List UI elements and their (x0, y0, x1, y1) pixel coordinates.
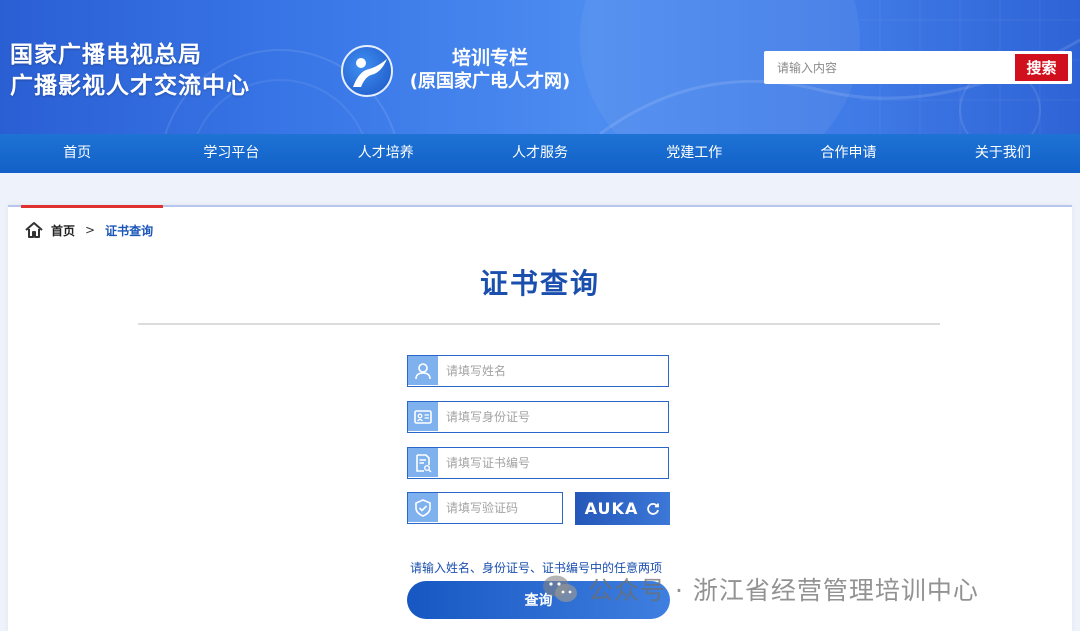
captcha-field (407, 492, 563, 524)
nav-item-talent-service[interactable]: 人才服务 (463, 134, 617, 173)
nav-item-home[interactable]: 首页 (0, 134, 154, 173)
breadcrumb-separator: > (85, 223, 96, 237)
certificate-number-field (407, 447, 669, 479)
nav-item-party-work[interactable]: 党建工作 (617, 134, 771, 173)
breadcrumb-home[interactable]: 首页 (51, 222, 75, 239)
org-line-2: 广播影视人才交流中心 (10, 73, 250, 99)
search-input[interactable] (764, 51, 1014, 84)
content-panel: 首页 > 证书查询 证书查询 AUKA 请输入姓名、身份证号、证书编号中 (8, 205, 1072, 631)
page-title: 证书查询 (479, 267, 600, 300)
search-button[interactable]: 搜索 (1015, 54, 1068, 81)
nav-item-cooperation[interactable]: 合作申请 (771, 134, 925, 173)
org-name: 国家广播电视总局 广播影视人才交流中心 (10, 40, 250, 102)
refresh-icon[interactable] (646, 502, 660, 516)
id-card-icon (408, 402, 438, 431)
accent-bar (21, 205, 163, 208)
nav-item-about-us[interactable]: 关于我们 (926, 134, 1080, 173)
id-number-field (407, 401, 669, 433)
certificate-number-input[interactable] (446, 448, 661, 477)
site-title-line-2: (原国家广电人才网) (409, 71, 571, 92)
watermark-text: 公众号 · 浙江省经营管理培训中心 (588, 576, 979, 605)
header-banner: 国家广播电视总局 广播影视人才交流中心 培训专栏 (原国家广电人才网) 搜索 (0, 0, 1080, 134)
site-title: 培训专栏 (原国家广电人才网) (400, 46, 580, 94)
home-icon[interactable] (24, 221, 44, 239)
main-nav: 首页 学习平台 人才培养 人才服务 党建工作 合作申请 关于我们 (0, 134, 1080, 173)
certificate-icon (408, 448, 438, 477)
id-number-input[interactable] (446, 402, 661, 431)
wechat-icon (543, 575, 577, 602)
org-line-1: 国家广播电视总局 (10, 42, 202, 68)
name-input[interactable] (446, 356, 661, 385)
watermark: 公众号 · 浙江省经营管理培训中心 (540, 571, 979, 607)
site-logo-icon[interactable] (341, 45, 393, 97)
breadcrumb-current: 证书查询 (105, 223, 154, 238)
captcha-image[interactable]: AUKA (575, 492, 670, 525)
nav-item-learning-platform[interactable]: 学习平台 (154, 134, 308, 173)
name-field (407, 355, 669, 387)
captcha-text: AUKA (584, 499, 639, 518)
user-icon (408, 356, 438, 385)
nav-item-talent-training[interactable]: 人才培养 (309, 134, 463, 173)
site-title-line-1: 培训专栏 (451, 47, 528, 69)
shield-check-icon (408, 493, 438, 522)
title-divider (138, 323, 940, 325)
search-box: 搜索 (764, 51, 1072, 84)
captcha-input[interactable] (446, 493, 556, 522)
breadcrumb: 首页 > 证书查询 (24, 221, 153, 239)
